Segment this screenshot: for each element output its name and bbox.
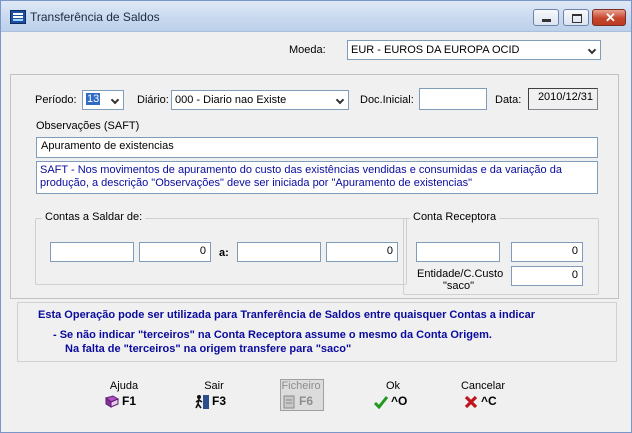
- contas-saldar-group: Contas a Saldar de: 0 a: 0: [35, 211, 407, 285]
- info-line-3: Na falta de "terceiros" na origem transf…: [65, 343, 352, 355]
- maximize-button[interactable]: [563, 9, 589, 26]
- ok-key: ^O: [391, 394, 408, 408]
- to-value-input[interactable]: 0: [326, 242, 398, 262]
- cancelar-button[interactable]: Cancelar ^C: [453, 378, 513, 426]
- checkmark-icon: [373, 396, 389, 410]
- diario-value: 000 - Diario nao Existe: [175, 94, 287, 106]
- minimize-button[interactable]: [533, 9, 559, 26]
- diario-label: Diário:: [137, 94, 169, 106]
- saco-label: "saco": [443, 280, 475, 292]
- info-box: Esta Operação pode ser utilizada para Tr…: [17, 302, 617, 362]
- from-account-input[interactable]: [50, 242, 134, 262]
- entidade-label: Entidade/C.Custo: [417, 268, 504, 280]
- data-label: Data:: [495, 94, 522, 106]
- chevron-down-icon: [588, 45, 597, 54]
- doc-inicial-label: Doc.Inicial:: [360, 94, 414, 106]
- help-book-icon: [104, 395, 120, 408]
- main-panel: Período: 13 Diário: 000 - Diario nao Exi…: [10, 74, 619, 299]
- receptora-value-input[interactable]: 0: [511, 242, 583, 262]
- ok-button[interactable]: Ok ^O: [363, 378, 423, 426]
- window-title: Transferência de Saldos: [30, 10, 160, 24]
- minimize-icon: [542, 19, 551, 22]
- contas-saldar-label: Contas a Saldar de:: [42, 211, 146, 223]
- moeda-select[interactable]: EUR - EUROS DA EUROPA OCID: [347, 40, 601, 60]
- title-bar[interactable]: Transferência de Saldos ✕: [1, 1, 631, 32]
- conta-receptora-label: Conta Receptora: [410, 211, 500, 223]
- ok-label: Ok: [385, 380, 401, 392]
- conta-receptora-group: Conta Receptora 0 Entidade/C.Custo "saco…: [403, 211, 599, 295]
- ficheiro-button[interactable]: Ficheiro F6: [271, 378, 331, 426]
- maximize-icon: [572, 14, 582, 23]
- close-icon: ✕: [605, 10, 616, 25]
- receptora-account-input[interactable]: [416, 242, 500, 262]
- moeda-value: EUR - EUROS DA EUROPA OCID: [351, 44, 520, 56]
- info-line-2: - Se não indicar "terceiros" na Conta Re…: [53, 329, 492, 341]
- ficheiro-label: Ficheiro: [281, 380, 321, 392]
- periodo-select[interactable]: 13: [82, 90, 124, 110]
- observacoes-input[interactable]: Apuramento de existencias: [36, 137, 598, 158]
- diario-select[interactable]: 000 - Diario nao Existe: [171, 90, 349, 110]
- ficheiro-key: F6: [299, 394, 314, 408]
- x-mark-icon: [464, 395, 478, 409]
- observacoes-label: Observações (SAFT): [36, 120, 140, 132]
- exit-door-icon: [195, 395, 209, 409]
- ajuda-key: F1: [122, 394, 137, 408]
- cancelar-label: Cancelar: [460, 380, 506, 392]
- sair-button[interactable]: Sair F3: [184, 378, 244, 426]
- sair-label: Sair: [204, 380, 224, 392]
- ajuda-button[interactable]: Ajuda F1: [94, 378, 154, 426]
- doc-inicial-input[interactable]: [419, 88, 487, 110]
- to-account-input[interactable]: [237, 242, 321, 262]
- info-line-1: Esta Operação pode ser utilizada para Tr…: [38, 309, 535, 321]
- periodo-value: 13: [86, 93, 101, 105]
- cancelar-key: ^C: [481, 394, 497, 408]
- ajuda-label: Ajuda: [109, 380, 139, 392]
- from-value-input[interactable]: 0: [139, 242, 211, 262]
- chevron-down-icon: [111, 95, 120, 104]
- data-field: 2010/12/31: [528, 88, 598, 110]
- periodo-label: Período:: [35, 94, 77, 106]
- moeda-label: Moeda:: [289, 44, 326, 56]
- app-icon[interactable]: [10, 10, 26, 24]
- entidade-value-input[interactable]: 0: [511, 266, 583, 286]
- close-button[interactable]: ✕: [592, 9, 626, 26]
- file-icon: [283, 395, 295, 409]
- chevron-down-icon: [336, 95, 345, 104]
- transfer-balances-window: Transferência de Saldos ✕ Moeda: EUR - E…: [0, 0, 632, 433]
- saft-note: SAFT - Nos movimentos de apuramento do c…: [36, 161, 598, 194]
- to-label: a:: [219, 247, 229, 259]
- sair-key: F3: [212, 394, 227, 408]
